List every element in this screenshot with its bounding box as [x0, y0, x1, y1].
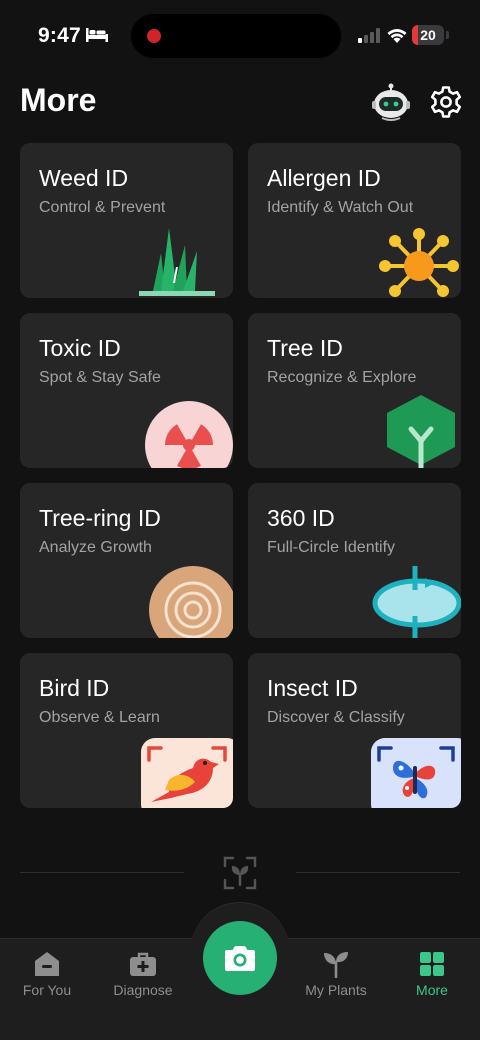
battery-level: 20	[420, 27, 436, 43]
card-tree-ring-id[interactable]: Tree-ring ID Analyze Growth	[20, 483, 233, 638]
card-title: Tree-ring ID	[39, 505, 161, 531]
camera-scan-button[interactable]	[203, 921, 277, 995]
tree-icon	[387, 395, 455, 468]
card-insect-id[interactable]: Insect ID Discover & Classify	[248, 653, 461, 808]
card-title: Toxic ID	[39, 335, 121, 361]
card-weed-id[interactable]: Weed ID Control & Prevent	[20, 143, 233, 298]
tab-for-you[interactable]: For You	[2, 950, 92, 998]
card-allergen-id[interactable]: Allergen ID Identify & Watch Out	[248, 143, 461, 298]
card-title: Allergen ID	[267, 165, 381, 191]
wifi-icon	[387, 29, 407, 43]
card-toxic-id[interactable]: Toxic ID Spot & Stay Safe	[20, 313, 233, 468]
card-tree-id[interactable]: Tree ID Recognize & Explore	[248, 313, 461, 468]
sprout-icon	[324, 952, 348, 978]
card-subtitle: Recognize & Explore	[267, 369, 417, 386]
bed-icon	[86, 28, 108, 42]
card-bird-id[interactable]: Bird ID Observe & Learn	[20, 653, 233, 808]
rotate-360-icon	[372, 566, 461, 638]
card-360-id[interactable]: 360 ID Full-Circle Identify	[248, 483, 461, 638]
divider-left	[20, 872, 184, 873]
camera-icon	[225, 946, 255, 971]
divider-right	[296, 872, 460, 873]
card-subtitle: Identify & Watch Out	[267, 199, 414, 216]
card-title: Weed ID	[39, 165, 129, 191]
dynamic-island	[131, 14, 341, 58]
card-subtitle: Analyze Growth	[39, 539, 152, 556]
tab-label: My Plants	[305, 982, 367, 998]
butterfly-icon	[371, 738, 461, 808]
battery-icon: 20	[412, 25, 444, 45]
signal-icon	[358, 28, 380, 43]
grid-icon	[420, 952, 444, 976]
bird-icon	[141, 738, 233, 808]
card-subtitle: Discover & Classify	[267, 709, 405, 726]
tab-label: Diagnose	[113, 982, 173, 998]
page-title: More	[20, 82, 97, 118]
pollen-icon	[379, 228, 459, 297]
status-bar: 9:47 20	[0, 0, 480, 70]
card-subtitle: Control & Prevent	[39, 199, 166, 216]
tab-label: More	[416, 982, 448, 998]
card-title: Insect ID	[267, 675, 358, 701]
card-title: Tree ID	[267, 335, 343, 361]
home-icon	[35, 952, 59, 976]
card-subtitle: Full-Circle Identify	[267, 539, 396, 556]
tree-ring-icon	[149, 566, 233, 638]
settings-gear-icon[interactable]	[428, 84, 464, 120]
battery-tip	[446, 31, 449, 39]
status-time: 9:47	[38, 24, 81, 47]
robot-assistant-icon[interactable]	[370, 82, 412, 122]
tab-more[interactable]: More	[387, 950, 477, 998]
grass-icon	[139, 228, 215, 296]
card-title: 360 ID	[267, 505, 335, 531]
card-subtitle: Spot & Stay Safe	[39, 369, 161, 386]
card-title: Bird ID	[39, 675, 110, 701]
tab-my-plants[interactable]: My Plants	[291, 950, 381, 998]
radiation-icon	[145, 401, 233, 468]
card-subtitle: Observe & Learn	[39, 709, 160, 726]
feature-grid: Weed ID Control & Prevent Allergen ID Id…	[20, 143, 461, 808]
tab-diagnose[interactable]: Diagnose	[98, 950, 188, 998]
tab-label: For You	[22, 982, 72, 998]
medical-kit-icon	[130, 952, 156, 976]
recording-indicator	[147, 29, 161, 43]
scan-plant-icon	[223, 856, 257, 890]
